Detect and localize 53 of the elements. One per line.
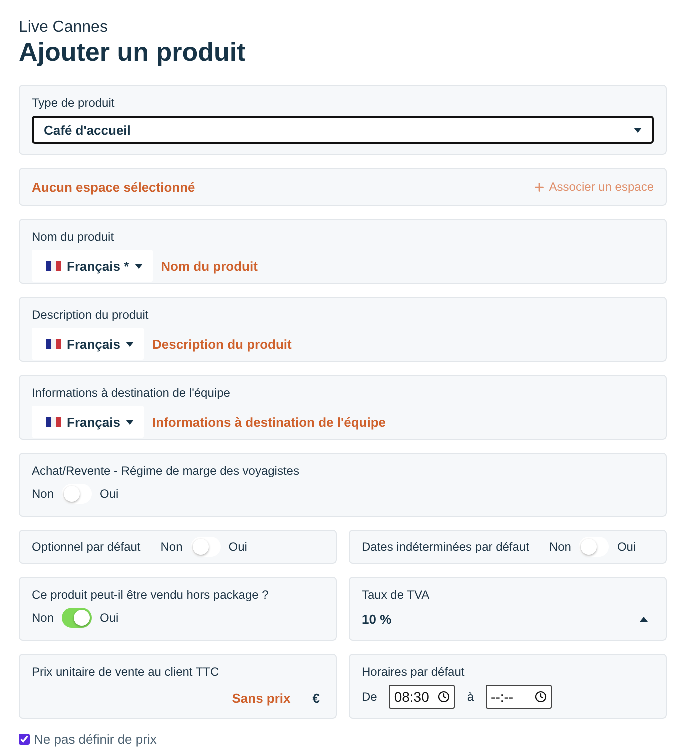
toggle-switch[interactable] xyxy=(62,608,92,628)
toggle-switch[interactable] xyxy=(190,537,221,557)
field-label: Description du produit xyxy=(32,308,150,322)
plus-icon xyxy=(533,180,546,194)
toggle-switch[interactable] xyxy=(579,537,610,557)
field-label: Dates indéterminées par défaut xyxy=(362,540,530,554)
page-title: Ajouter un produit xyxy=(19,37,247,67)
off-label: Non xyxy=(32,611,54,625)
flag-icon xyxy=(46,261,61,271)
toggle-switch[interactable] xyxy=(62,484,92,504)
on-label: Oui xyxy=(617,540,636,554)
off-label: Non xyxy=(549,540,572,554)
currency-symbol: € xyxy=(312,691,320,706)
field-label: Informations à destination de l'équipe xyxy=(32,386,232,400)
caret-icon xyxy=(126,342,134,346)
caret-icon xyxy=(634,128,642,132)
field-label: Ce produit peut-il être vendu hors package ? xyxy=(32,588,270,602)
caret-icon xyxy=(640,616,648,622)
text-input[interactable]: Description du produit xyxy=(152,336,654,352)
off-label: Non xyxy=(160,540,183,554)
price-value: Sans prix xyxy=(232,691,291,706)
to-label: à xyxy=(467,690,474,704)
checkbox[interactable] xyxy=(19,734,30,745)
language-select[interactable]: Français * xyxy=(32,250,154,282)
field-label: Achat/Revente - Régime de marge des voyagistes xyxy=(32,464,300,478)
flag-icon xyxy=(46,417,61,427)
checkbox-label: Ne pas définir de prix xyxy=(34,732,157,747)
clock-icon xyxy=(438,691,450,703)
caret-icon xyxy=(126,420,134,424)
field-label: Horaires par défaut xyxy=(362,665,466,679)
on-label: Oui xyxy=(100,611,119,625)
from-label: De xyxy=(362,690,378,704)
text-input[interactable]: Nom du produit xyxy=(161,258,654,274)
field-label: Nom du produit xyxy=(32,230,116,244)
off-label: Non xyxy=(32,487,54,501)
flag-icon xyxy=(46,339,61,349)
field-label: Type de produit xyxy=(32,96,116,110)
clock-icon xyxy=(535,691,548,703)
field-label: Taux de TVA xyxy=(362,588,431,602)
language-select[interactable]: Français xyxy=(32,406,144,438)
caret-icon xyxy=(135,264,144,268)
field-label: Optionnel par défaut xyxy=(32,540,141,554)
language-select[interactable]: Français xyxy=(32,328,144,360)
vat-select[interactable]: 10 % xyxy=(362,608,654,630)
text-input[interactable]: Informations à destination de l'équipe xyxy=(152,414,654,430)
time-field[interactable]: --:-- xyxy=(486,685,552,709)
subtitle: Live Cannes xyxy=(19,18,109,37)
product-type-select[interactable]: Café d'accueil xyxy=(32,116,654,144)
field-label: Prix unitaire de vente au client TTC xyxy=(32,665,220,679)
time-field[interactable]: 08:30 xyxy=(389,685,456,709)
on-label: Oui xyxy=(100,487,119,501)
space-status: Aucun espace sélectionné xyxy=(32,180,196,194)
on-label: Oui xyxy=(228,540,248,554)
